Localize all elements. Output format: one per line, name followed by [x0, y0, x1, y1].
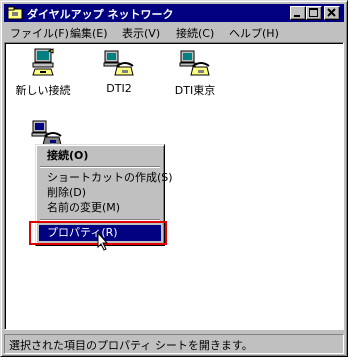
minimize-button[interactable]: [290, 6, 306, 20]
menu-bar: ファイル(F) 編集(E) 表示(V) 接続(C) ヘルプ(H): [4, 23, 344, 41]
dialup-connection-icon: [179, 50, 210, 76]
menu-item-create-shortcut[interactable]: ショートカットの作成(S): [39, 170, 173, 186]
close-icon: [327, 8, 336, 17]
icon-item-dti-tokyo[interactable]: DTI東京: [163, 47, 227, 98]
window-title: ダイヤルアップ ネットワーク: [27, 8, 174, 21]
status-bar: 選択された項目のプロパティ シートを開きます。: [4, 334, 344, 354]
icon-label-dti2: DTI2: [106, 82, 132, 95]
menu-item-connect[interactable]: 接続(O): [39, 148, 161, 164]
menu-edit[interactable]: 編集(E): [70, 25, 108, 41]
status-text: 選択された項目のプロパティ シートを開きます。: [9, 339, 253, 352]
dialup-networking-window: ダイヤルアップ ネットワーク ファイル(F) 編集(E) 表示(V) 接続(C)…: [0, 0, 348, 357]
icon-label-new-connection: 新しい接続: [15, 84, 71, 97]
menu-connect[interactable]: 接続(C): [176, 25, 214, 41]
dialup-connection-icon: [103, 50, 134, 76]
menu-file[interactable]: ファイル(F): [10, 25, 69, 41]
menu-item-delete[interactable]: 削除(D): [39, 185, 161, 201]
dialup-folder-icon: [7, 6, 23, 20]
close-button[interactable]: [324, 6, 340, 20]
menu-view[interactable]: 表示(V): [122, 25, 160, 41]
menu-help[interactable]: ヘルプ(H): [229, 25, 279, 41]
icon-item-dti2[interactable]: DTI2: [87, 47, 151, 95]
icon-label-dti-tokyo: DTI東京: [174, 84, 216, 97]
maximize-icon: [309, 8, 318, 17]
new-connection-icon: [32, 48, 54, 76]
title-bar[interactable]: ダイヤルアップ ネットワーク: [4, 4, 344, 22]
icon-item-new-connection[interactable]: 新しい接続: [11, 47, 75, 98]
minimize-icon: [294, 15, 300, 17]
maximize-button[interactable]: [306, 6, 322, 20]
menu-separator: [40, 166, 160, 168]
menu-item-rename[interactable]: 名前の変更(M): [39, 200, 161, 216]
mouse-cursor-icon: [97, 232, 109, 251]
